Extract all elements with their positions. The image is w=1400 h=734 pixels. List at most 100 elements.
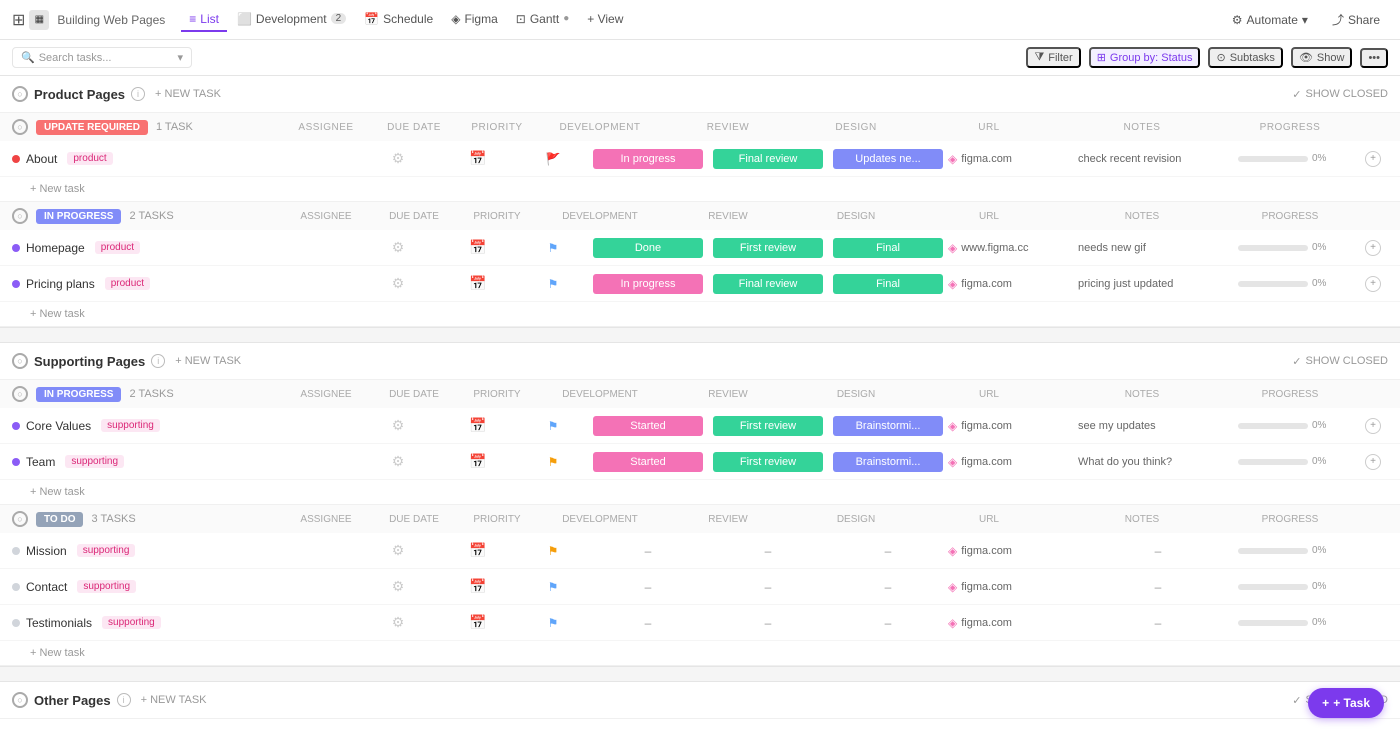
task-name-mission[interactable]: Mission <box>26 544 67 558</box>
col-url-1: URL <box>924 122 1054 133</box>
priority-flag-hp: ⚑ <box>548 241 559 255</box>
status-badge-update[interactable]: UPDATE REQUIRED <box>36 120 148 135</box>
check-icon-other: ✓ <box>1292 694 1301 707</box>
new-task-row-todo[interactable]: + New task <box>0 641 1400 665</box>
task-tag-contact[interactable]: supporting <box>77 580 136 593</box>
group-by-button[interactable]: ⊞ Group by: Status <box>1089 47 1201 68</box>
group-toggle-inprogress1[interactable]: ○ <box>12 208 28 224</box>
design-badge-tm[interactable]: Brainstormi... <box>833 452 943 472</box>
tab-development[interactable]: ⬜ Development 2 <box>229 8 354 32</box>
status-badge-todo[interactable]: TO DO <box>36 512 83 527</box>
new-task-row-update[interactable]: + New task <box>0 177 1400 201</box>
section-info-supporting[interactable]: i <box>151 354 165 368</box>
task-name-cell-team: Team supporting <box>12 455 358 469</box>
col-assignee-4: ASSIGNEE <box>286 514 366 525</box>
subtasks-button[interactable]: ⊙ Subtasks <box>1208 47 1282 68</box>
add-col-btn-hp[interactable]: + <box>1365 240 1381 256</box>
task-tag-homepage[interactable]: product <box>95 241 140 254</box>
task-tag-team[interactable]: supporting <box>65 455 124 468</box>
section-toggle-product[interactable]: ○ <box>12 86 28 102</box>
design-cell-mission: – <box>828 544 948 558</box>
dev-badge-cv[interactable]: Started <box>593 416 703 436</box>
show-closed-supporting[interactable]: ✓ SHOW CLOSED <box>1292 355 1388 368</box>
task-tag-about[interactable]: product <box>67 152 112 165</box>
task-name-contact[interactable]: Contact <box>26 580 67 594</box>
review-badge-tm[interactable]: First review <box>713 452 823 472</box>
add-col-btn-tm[interactable]: + <box>1365 454 1381 470</box>
search-box[interactable]: 🔍 Search tasks... ▾ <box>12 47 192 68</box>
group-header-inprogress2: ○ IN PROGRESS 2 TASKS ASSIGNEE DUE DATE … <box>0 380 1400 408</box>
task-tag-testimonials[interactable]: supporting <box>102 616 161 629</box>
group-toggle-update[interactable]: ○ <box>12 119 28 135</box>
review-badge-about[interactable]: Final review <box>713 149 823 169</box>
tab-gantt[interactable]: ⊡ Gantt ● <box>508 8 577 32</box>
check-icon-supporting: ✓ <box>1292 355 1301 368</box>
task-tag-corevalues[interactable]: supporting <box>101 419 160 432</box>
progress-label-ct: 0% <box>1312 581 1326 592</box>
new-task-row-inprogress1[interactable]: + New task <box>0 302 1400 326</box>
design-badge-hp[interactable]: Final <box>833 238 943 258</box>
new-task-product[interactable]: + NEW TASK <box>155 88 221 100</box>
task-name-homepage[interactable]: Homepage <box>26 241 85 255</box>
bottom-task-button[interactable]: + + Task <box>1308 688 1384 718</box>
automate-button[interactable]: ⚙ Automate ▾ <box>1224 10 1316 30</box>
task-dot-homepage <box>12 244 20 252</box>
section-toggle-other[interactable]: ○ <box>12 692 28 708</box>
more-options-button[interactable]: ••• <box>1360 48 1388 68</box>
dev-cell-mission: – <box>588 544 708 558</box>
filter-button[interactable]: ⧩ Filter <box>1026 47 1080 68</box>
new-task-row-inprogress2[interactable]: + New task <box>0 480 1400 504</box>
group-header-todo: ○ TO DO 3 TASKS ASSIGNEE DUE DATE PRIORI… <box>0 505 1400 533</box>
new-task-supporting[interactable]: + NEW TASK <box>175 355 241 367</box>
review-cell-mission: – <box>708 544 828 558</box>
url-cell-pricing: ◈ figma.com <box>948 277 1078 291</box>
tab-list[interactable]: ≡ List <box>181 8 227 32</box>
task-name-cell-mission: Mission supporting <box>12 544 358 558</box>
progress-bar-tm <box>1238 459 1308 465</box>
task-name-about[interactable]: About <box>26 152 57 166</box>
show-button[interactable]: 👁 Show <box>1291 47 1353 68</box>
tab-add-view[interactable]: + View <box>579 8 631 32</box>
url-cell-mission: ◈ figma.com <box>948 544 1078 558</box>
add-col-btn-cv[interactable]: + <box>1365 418 1381 434</box>
task-name-cell-homepage: Homepage product <box>12 241 358 255</box>
col-url-3: URL <box>924 389 1054 400</box>
assignee-cell-homepage: ⚙ <box>358 239 438 256</box>
section-info-product[interactable]: i <box>131 87 145 101</box>
add-col-btn[interactable]: + <box>1365 151 1381 167</box>
task-tag-mission[interactable]: supporting <box>77 544 136 557</box>
review-badge-cv[interactable]: First review <box>713 416 823 436</box>
section-toggle-supporting[interactable]: ○ <box>12 353 28 369</box>
design-badge-cv[interactable]: Brainstormi... <box>833 416 943 436</box>
share-button[interactable]: ⤴ Share <box>1324 8 1388 31</box>
section-info-other[interactable]: i <box>117 693 131 707</box>
design-badge-pr[interactable]: Final <box>833 274 943 294</box>
table-row: About product ⚙ 📅 🚩 In progress Final re… <box>0 141 1400 177</box>
group-todo: ○ TO DO 3 TASKS ASSIGNEE DUE DATE PRIORI… <box>0 505 1400 666</box>
dev-badge-pr[interactable]: In progress <box>593 274 703 294</box>
tab-schedule[interactable]: 📅 Schedule <box>356 8 441 32</box>
status-badge-inprogress1[interactable]: IN PROGRESS <box>36 209 121 224</box>
dev-badge-tm[interactable]: Started <box>593 452 703 472</box>
dev-cell-testimonials: – <box>588 616 708 630</box>
tab-figma[interactable]: ◈ Figma <box>443 8 506 32</box>
dev-badge-about[interactable]: In progress <box>593 149 703 169</box>
calendar-icon-cv: 📅 <box>469 417 486 434</box>
review-badge-pr[interactable]: Final review <box>713 274 823 294</box>
task-name-team[interactable]: Team <box>26 455 55 469</box>
col-assignee-1: ASSIGNEE <box>286 122 366 133</box>
dev-badge-hp[interactable]: Done <box>593 238 703 258</box>
show-closed-product[interactable]: ✓ SHOW CLOSED <box>1292 88 1388 101</box>
task-name-pricing[interactable]: Pricing plans <box>26 277 95 291</box>
task-name-corevalues[interactable]: Core Values <box>26 419 91 433</box>
task-name-testimonials[interactable]: Testimonials <box>26 616 92 630</box>
status-badge-inprogress2[interactable]: IN PROGRESS <box>36 387 121 402</box>
group-toggle-inprogress2[interactable]: ○ <box>12 386 28 402</box>
task-tag-pricing[interactable]: product <box>105 277 150 290</box>
new-task-other[interactable]: + NEW TASK <box>141 694 207 706</box>
add-col-btn-pr[interactable]: + <box>1365 276 1381 292</box>
progress-label-te: 0% <box>1312 617 1326 628</box>
group-toggle-todo[interactable]: ○ <box>12 511 28 527</box>
review-badge-hp[interactable]: First review <box>713 238 823 258</box>
design-badge-about[interactable]: Updates ne... <box>833 149 943 169</box>
